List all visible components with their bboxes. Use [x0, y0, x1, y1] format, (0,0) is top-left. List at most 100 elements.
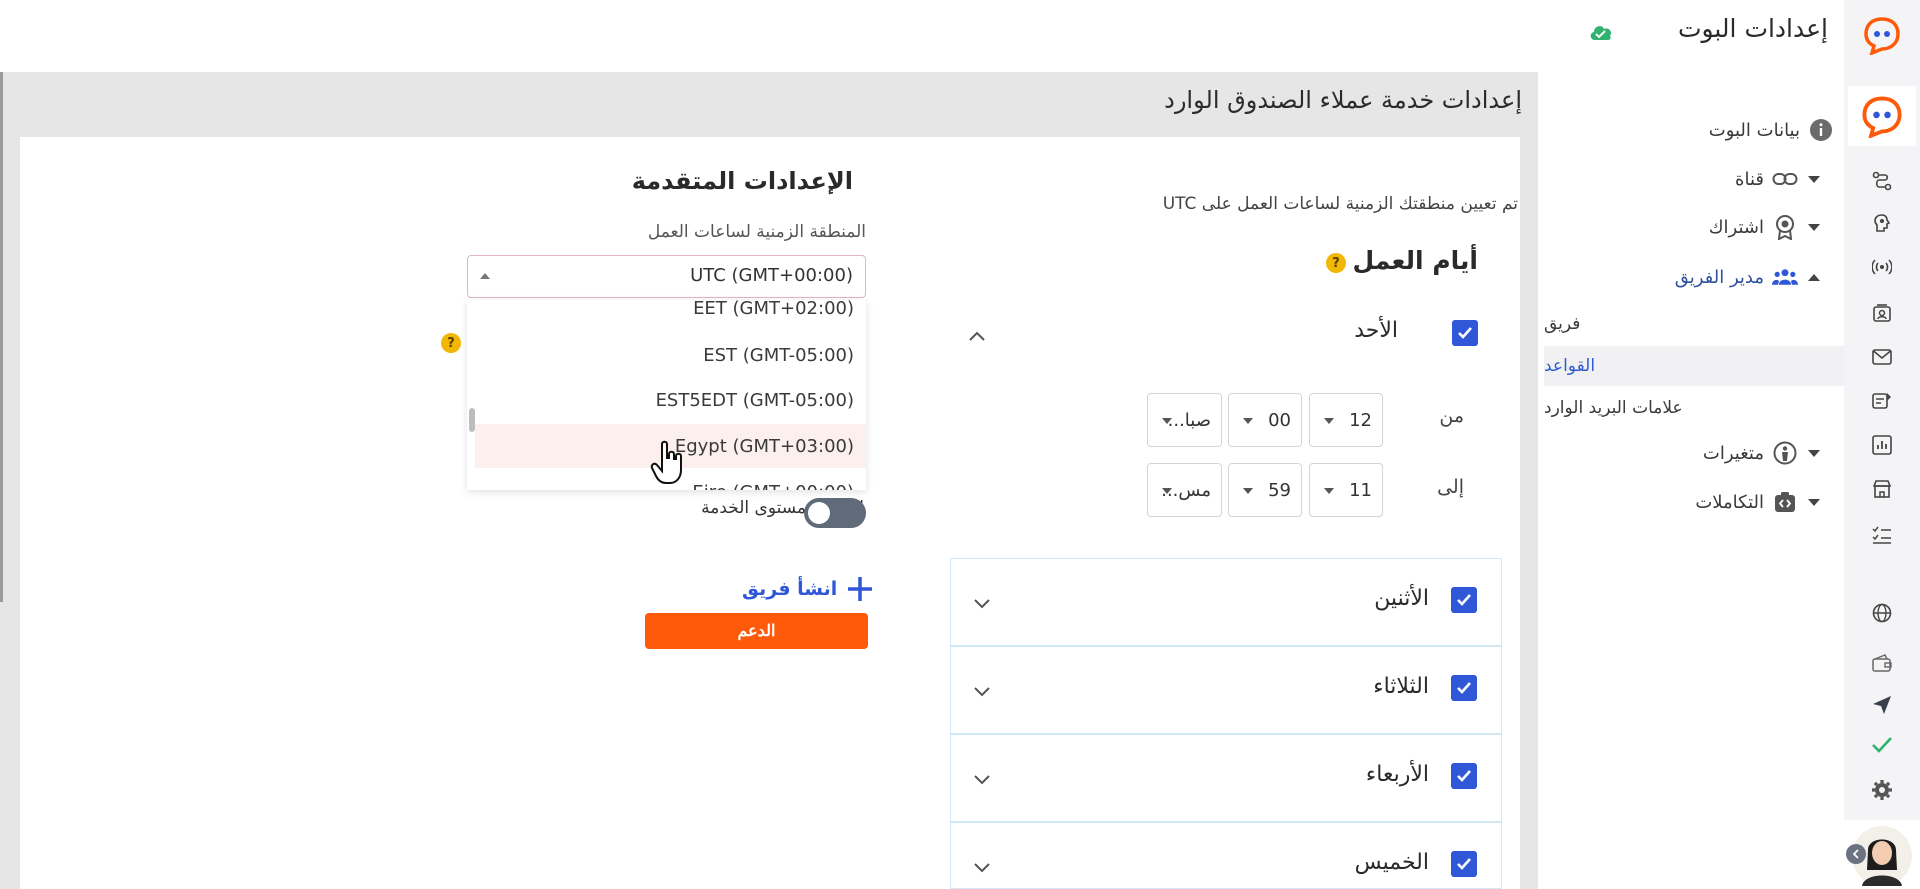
caret-down-icon [1324, 418, 1334, 424]
checklist-icon[interactable] [1870, 523, 1894, 547]
check-icon [1457, 770, 1471, 782]
day-checkbox-monday[interactable] [1451, 587, 1477, 613]
caret-down-icon [1162, 418, 1172, 424]
from-label: من [1439, 405, 1464, 427]
variable-icon [1772, 440, 1798, 466]
check-icon[interactable] [1870, 733, 1894, 757]
timezone-option[interactable]: EET (GMT+02:00) [475, 300, 866, 330]
caret-down-icon [1162, 488, 1172, 494]
sidebar-subitem-inbox-labels[interactable]: علامات البريد الوارد [1544, 388, 1844, 428]
day-checkbox-thursday[interactable] [1451, 851, 1477, 877]
sidebar-item-team-manager[interactable]: مدير الفريق [1544, 257, 1844, 297]
chevron-down-icon[interactable] [971, 592, 993, 614]
caret-down-icon [1808, 223, 1820, 231]
caret-down-icon [1243, 418, 1253, 424]
chevron-up-icon[interactable] [966, 326, 988, 348]
check-icon [1457, 682, 1471, 694]
help-icon[interactable]: ? [441, 333, 461, 353]
check-icon [1458, 327, 1472, 339]
check-icon [1457, 594, 1471, 606]
create-team-button[interactable]: انشأ فريق [742, 574, 875, 604]
globe-icon[interactable] [1870, 601, 1894, 625]
sidebar-item-channel[interactable]: قناة [1544, 159, 1844, 199]
info-icon [1808, 117, 1834, 143]
bot-avatar-icon[interactable] [1848, 86, 1916, 146]
day-label-sunday: الأحد [1354, 318, 1398, 343]
day-checkbox-tuesday[interactable] [1451, 675, 1477, 701]
day-checkbox-sunday[interactable] [1452, 320, 1478, 346]
day-label-tuesday: الثلاثاء [1373, 674, 1429, 699]
mail-icon[interactable] [1870, 345, 1894, 369]
caret-up-icon [1808, 273, 1820, 281]
header-title: إعدادات البوت [1677, 14, 1828, 43]
page-title: إعدادات خدمة عملاء الصندوق الوارد [1164, 86, 1522, 114]
create-team-label: انشأ فريق [742, 578, 838, 600]
day-label-wednesday: الأربعاء [1365, 762, 1429, 787]
caret-down-icon [1243, 488, 1253, 494]
sidebar-item-subscription[interactable]: اشتراك [1544, 207, 1844, 247]
award-icon [1772, 214, 1798, 240]
analytics-icon[interactable] [1870, 433, 1894, 457]
advanced-settings-title: الإعدادات المتقدمة [631, 167, 853, 195]
to-label: إلى [1437, 476, 1464, 498]
gear-icon[interactable] [1870, 778, 1894, 802]
timezone-label: المنطقة الزمنية لساعات العمل [647, 222, 866, 242]
caret-down-icon [1324, 488, 1334, 494]
support-button[interactable]: الدعم [645, 613, 868, 649]
store-icon[interactable] [1870, 477, 1894, 501]
day-row-tuesday[interactable]: الثلاثاء [950, 646, 1502, 734]
timezone-select[interactable]: UTC (GMT+00:00) [467, 255, 866, 298]
sidebar-subitem-rules[interactable]: القواعد [1544, 346, 1844, 386]
day-label-thursday: الخميس [1354, 850, 1429, 875]
caret-down-icon [1808, 449, 1820, 457]
working-days-title: أيام العمل [1352, 246, 1478, 275]
chevron-down-icon[interactable] [971, 768, 993, 790]
plus-icon [848, 577, 873, 601]
day-row-wednesday[interactable]: الأربعاء [950, 734, 1502, 822]
timezone-selected-value: UTC (GMT+00:00) [690, 265, 853, 286]
caret-down-icon [1808, 175, 1820, 183]
flow-icon[interactable] [1870, 169, 1894, 193]
day-row-monday[interactable]: الأثنين [950, 558, 1502, 646]
wallet-icon[interactable] [1870, 651, 1894, 675]
sla-toggle[interactable] [804, 498, 866, 528]
timezone-option[interactable]: EST5EDT (GMT-05:00) [475, 378, 866, 422]
sidebar: بيانات البوت قناة اشتراك مدير الفريق فري… [1544, 72, 1844, 889]
link-icon [1772, 166, 1798, 192]
icon-rail [1844, 0, 1920, 889]
dropdown-scrollbar[interactable] [469, 408, 475, 432]
day-label-monday: الأثنين [1374, 586, 1429, 611]
timezone-note: تم تعيين منطقتك الزمنية لساعات العمل على… [1162, 194, 1518, 214]
chevron-down-icon[interactable] [971, 856, 993, 878]
sidebar-item-bot-data[interactable]: بيانات البوت [1544, 110, 1844, 150]
toggle-knob [808, 502, 830, 524]
to-hour-select[interactable]: 11 [1309, 463, 1383, 517]
check-icon [1457, 858, 1471, 870]
help-icon[interactable]: ? [1326, 253, 1346, 273]
contacts-icon[interactable] [1870, 301, 1894, 325]
to-period-select[interactable]: مس... [1147, 463, 1222, 517]
brain-icon[interactable] [1870, 211, 1894, 235]
day-row-thursday[interactable]: الخميس [950, 822, 1502, 889]
from-hour-select[interactable]: 12 [1309, 393, 1383, 447]
sidebar-item-variables[interactable]: متغيرات [1544, 433, 1844, 473]
timezone-option[interactable]: EST (GMT-05:00) [475, 333, 866, 377]
team-icon [1772, 264, 1798, 290]
app-logo-icon[interactable] [1857, 10, 1907, 60]
caret-up-icon [480, 273, 490, 279]
from-minute-select[interactable]: 00 [1228, 393, 1302, 447]
sidebar-subitem-team[interactable]: فريق [1544, 304, 1844, 344]
reports-icon[interactable] [1870, 389, 1894, 413]
day-checkbox-wednesday[interactable] [1451, 763, 1477, 789]
hand-cursor-icon [650, 440, 682, 484]
collapse-arrow-icon[interactable] [1846, 844, 1866, 864]
integration-icon [1772, 489, 1798, 515]
to-minute-select[interactable]: 59 [1228, 463, 1302, 517]
chevron-down-icon[interactable] [971, 680, 993, 702]
cloud-check-icon [1590, 26, 1612, 40]
from-period-select[interactable]: صبا... [1147, 393, 1222, 447]
send-icon[interactable] [1870, 693, 1894, 717]
sidebar-item-integrations[interactable]: التكاملات [1544, 482, 1844, 522]
broadcast-icon[interactable] [1870, 255, 1894, 279]
content-edge [0, 72, 3, 602]
